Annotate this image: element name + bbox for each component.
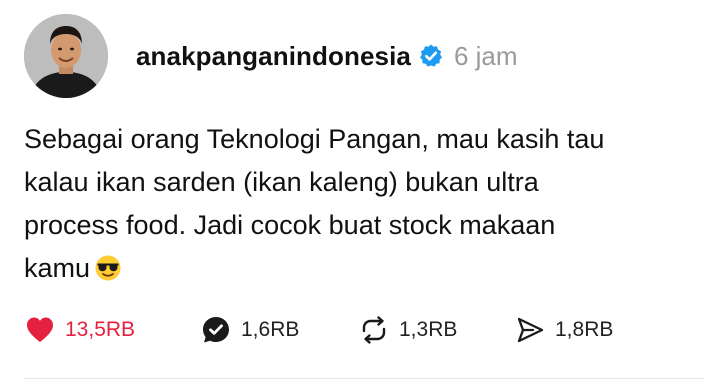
post-text-line: kamu	[24, 253, 91, 283]
reply-count: 1,6RB	[241, 318, 300, 341]
post-time: 6 jam	[453, 40, 518, 71]
post-text-line: kalau ikan sarden (ikan kaleng) bukan ul…	[24, 167, 539, 197]
verified-badge-icon	[418, 43, 444, 69]
username[interactable]: anakpanganindonesia	[136, 41, 411, 72]
share-count: 1,8RB	[555, 318, 614, 341]
reply-button[interactable]: 1,6RB	[200, 312, 299, 348]
post-text: Sebagai orang Teknologi Pangan, mau kasi…	[24, 118, 674, 290]
avatar[interactable]	[24, 14, 108, 98]
post-text-line: Sebagai orang Teknologi Pangan, mau kasi…	[24, 124, 605, 154]
post-card: anakpanganindonesia 6 jam Sebagai orang …	[0, 0, 720, 390]
send-icon	[514, 314, 546, 346]
heart-icon	[24, 314, 56, 346]
repost-button[interactable]: 1,3RB	[358, 312, 457, 348]
post-header: anakpanganindonesia 6 jam	[136, 36, 518, 76]
sunglasses-emoji-icon	[94, 252, 122, 281]
post-text-line-last: kamu	[24, 247, 674, 290]
like-count: 13,5RB	[65, 318, 136, 341]
post-divider	[24, 378, 704, 379]
share-button[interactable]: 1,8RB	[514, 312, 613, 348]
comment-check-icon	[200, 314, 232, 346]
action-bar: 13,5RB 1,6RB 1,3RB 1,8RB	[24, 312, 704, 348]
post-text-line: process food. Jadi cocok buat stock maka…	[24, 210, 556, 240]
repost-count: 1,3RB	[399, 318, 458, 341]
like-button[interactable]: 13,5RB	[24, 312, 135, 348]
repost-icon	[358, 314, 390, 346]
